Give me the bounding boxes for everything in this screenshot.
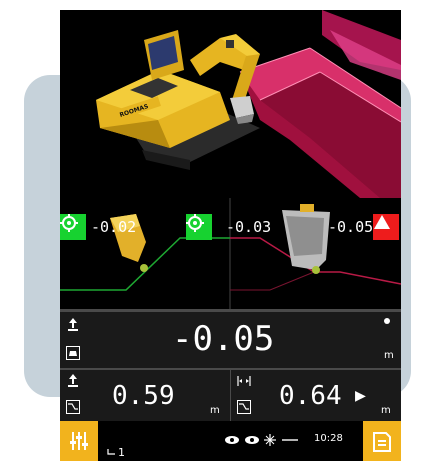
excavator-bucket (230, 96, 254, 118)
settings-button[interactable] (60, 421, 98, 461)
direction-arrow-icon: ▶ (355, 385, 366, 406)
machine-control-screen: ROOMAS -0.02 -0.03 -0.05 -0.05 m 0.59 m … (60, 10, 401, 461)
left-view-value: -0.02 (91, 218, 137, 236)
secondary-reading-row: 0.59 m 0.64 ▶ m (60, 370, 401, 421)
3d-scene-view[interactable]: ROOMAS (60, 10, 401, 198)
slope-icon (66, 400, 80, 414)
design-surface-floor (260, 72, 401, 198)
height-up-icon (68, 318, 78, 331)
profile-design-line (60, 237, 230, 291)
eye-icon (225, 436, 239, 444)
warning-triangle-icon (374, 215, 390, 229)
section-bucket-tip (312, 266, 320, 274)
step-counter: 1 (118, 446, 125, 459)
bucket-level-icon (66, 346, 80, 360)
laser-icon (264, 434, 276, 446)
excavator-boom-sensor (226, 40, 234, 48)
slope-icon (237, 400, 251, 414)
alert-button[interactable] (373, 214, 399, 240)
section-ground-line (230, 271, 315, 291)
main-elevation-value: -0.05 (172, 319, 275, 359)
sliders-icon (70, 432, 88, 450)
return-arrow-icon (107, 449, 115, 455)
left-reading-unit: m (210, 405, 220, 416)
menu-button[interactable] (363, 421, 401, 461)
crosshair-icon (60, 214, 78, 232)
clock: 10:28 (314, 433, 343, 444)
bottom-status-bar: 1 10:28 (60, 421, 401, 461)
profile-bucket-tip (140, 264, 148, 272)
main-reading-row[interactable]: -0.05 m (60, 312, 401, 368)
right-view-value: -0.05 (328, 218, 374, 236)
center-view-value: -0.03 (226, 218, 272, 236)
main-unit: m (384, 350, 394, 361)
eye-icon (245, 436, 259, 444)
profile-section-views: -0.02 -0.03 -0.05 (60, 198, 401, 321)
center-target-button[interactable] (186, 214, 212, 240)
horizontal-distance-icon (237, 376, 251, 386)
signal-icon (282, 439, 298, 441)
height-up-icon (68, 374, 78, 387)
document-icon (373, 432, 391, 452)
left-reading-cell[interactable]: 0.59 m (60, 370, 230, 421)
left-reading-value: 0.59 (112, 381, 175, 411)
right-reading-cell[interactable]: 0.64 ▶ m (231, 370, 401, 421)
right-reading-unit: m (381, 405, 391, 416)
status-dot (384, 318, 390, 324)
left-target-button[interactable] (60, 214, 86, 240)
crosshair-icon (186, 214, 204, 232)
right-reading-value: 0.64 (279, 381, 342, 411)
section-bucket-mount (300, 204, 314, 212)
